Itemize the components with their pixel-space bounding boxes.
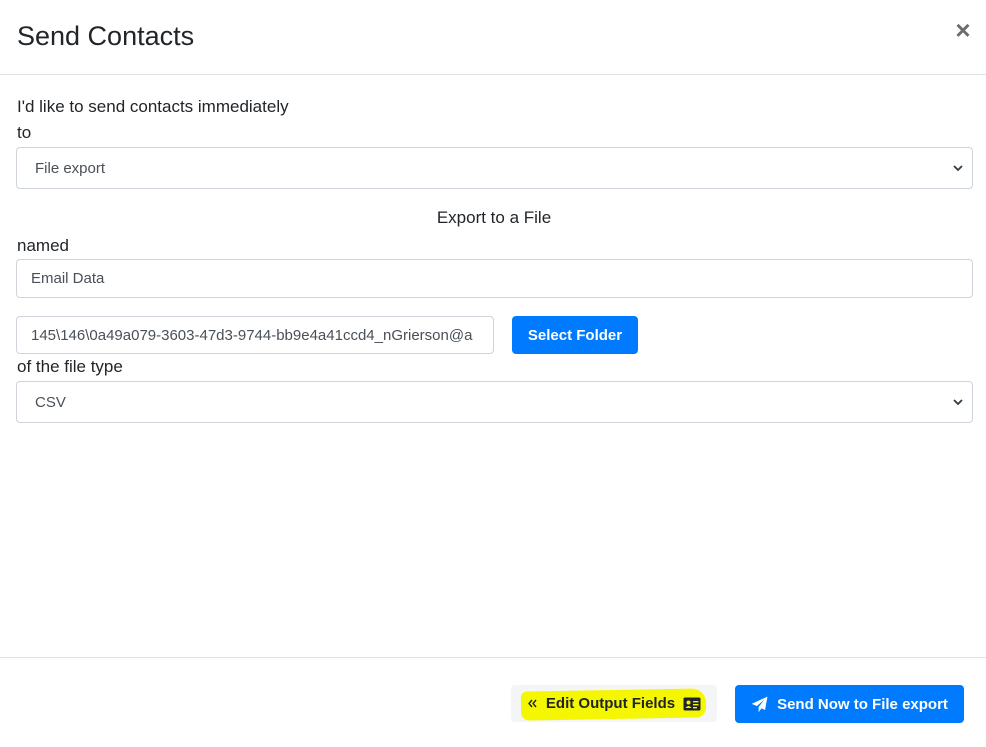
edit-output-fields-label: Edit Output Fields xyxy=(545,695,676,712)
select-folder-label: Select Folder xyxy=(527,326,623,344)
named-label: named xyxy=(17,236,69,255)
file-type-select[interactable]: CSV xyxy=(16,381,973,423)
file-type-label: of the file type xyxy=(17,357,123,376)
to-label: to xyxy=(17,123,32,142)
send-now-label: Send Now to File export xyxy=(777,695,948,713)
folder-path-input[interactable]: 145\146\0a49a079-3603-47d3-9744-bb9e4a41… xyxy=(16,316,494,354)
edit-output-fields-button[interactable]: Edit Output Fields xyxy=(511,685,717,722)
close-button[interactable]: × xyxy=(954,15,972,45)
chevron-down-icon xyxy=(953,399,963,406)
paper-plane-icon xyxy=(751,696,768,712)
intro-label: I'd like to send contacts immediately xyxy=(17,97,289,116)
id-card-icon xyxy=(683,697,701,710)
select-folder-button[interactable]: Select Folder xyxy=(512,316,638,354)
modal-header: Send Contacts × xyxy=(0,0,986,75)
chevron-down-icon xyxy=(953,165,963,172)
double-chevron-left-icon xyxy=(527,699,537,708)
destination-select-value: File export xyxy=(35,159,106,177)
file-name-input[interactable]: Email Data xyxy=(16,259,973,298)
file-type-select-value: CSV xyxy=(35,393,66,411)
section-heading: Export to a File xyxy=(436,208,552,227)
file-name-value: Email Data xyxy=(31,270,105,287)
destination-select[interactable]: File export xyxy=(16,147,973,189)
modal-title: Send Contacts xyxy=(17,21,195,51)
folder-path-value: 145\146\0a49a079-3603-47d3-9744-bb9e4a41… xyxy=(31,326,473,344)
send-now-button[interactable]: Send Now to File export xyxy=(735,685,964,723)
close-icon: × xyxy=(955,15,971,45)
send-contacts-modal: Send Contacts × I'd like to send contact… xyxy=(0,0,986,747)
